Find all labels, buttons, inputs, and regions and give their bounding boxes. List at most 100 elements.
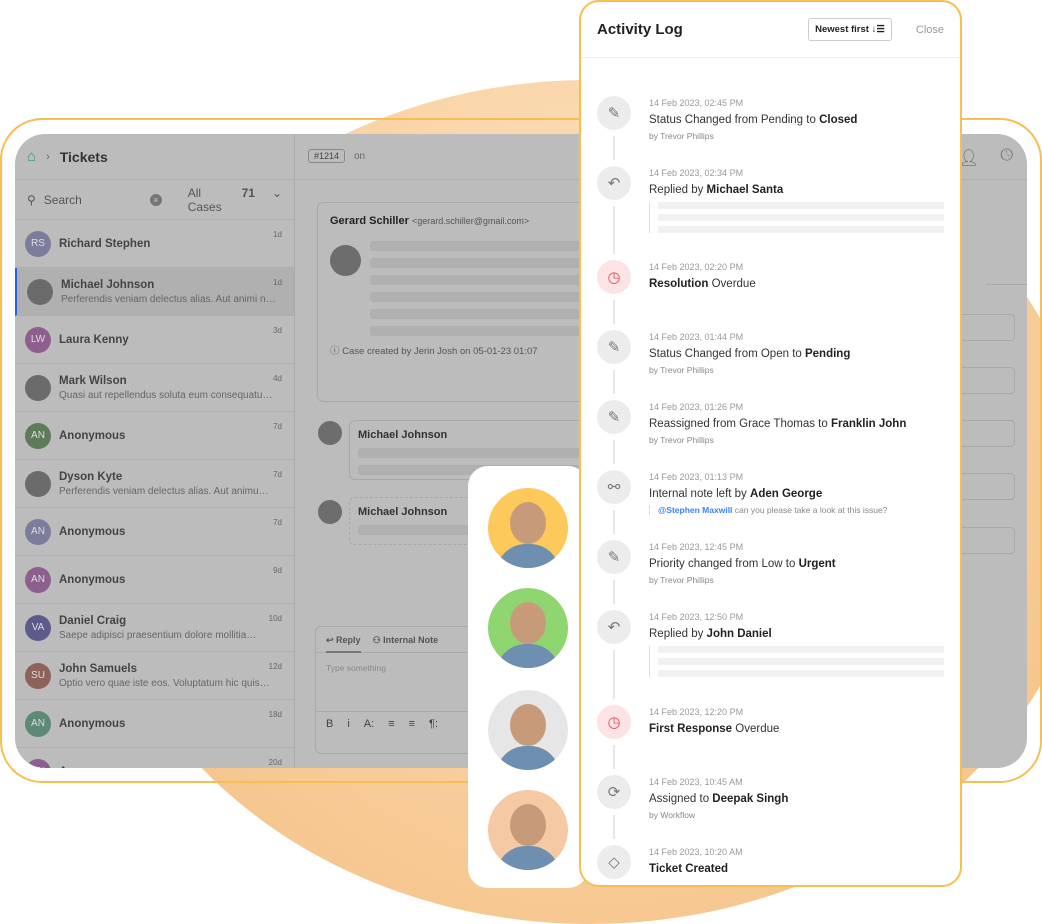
activity-time: 14 Feb 2023, 01:44 PM <box>649 332 744 342</box>
activity-item: ↶ 14 Feb 2023, 12:50 PM Replied by John D… <box>597 610 944 699</box>
ticket-age: 12d <box>268 662 282 671</box>
overdue-clock-icon: ◷ <box>597 260 631 294</box>
field-select[interactable] <box>955 527 1015 554</box>
activity-time: 14 Feb 2023, 02:20 PM <box>649 262 744 272</box>
timeline-connector <box>613 650 615 699</box>
avatar: RS <box>25 230 51 257</box>
pencil-icon: ✎ <box>597 400 631 434</box>
activity-time: 14 Feb 2023, 10:20 AM <box>649 847 743 857</box>
ticket-row[interactable]: LW Laura Kenny 3d <box>15 316 294 364</box>
activity-time: 14 Feb 2023, 12:20 PM <box>649 707 744 717</box>
activity-text: Replied by Michael Santa <box>649 184 944 196</box>
format-tool-button[interactable]: B <box>326 718 333 730</box>
filter-dropdown[interactable]: All Cases 71 ⌄ <box>188 186 282 214</box>
activity-item: ✎ 14 Feb 2023, 01:44 PM Status Changed fr… <box>597 330 944 394</box>
timeline-connector <box>613 136 615 160</box>
person-avatar <box>488 588 568 668</box>
person-avatar <box>488 790 568 870</box>
activity-text-bold: Aden George <box>750 488 823 500</box>
page-title: Tickets <box>59 148 108 165</box>
activity-text-bold: Michael Santa <box>706 184 784 196</box>
sort-button[interactable]: Newest first ↓☰ <box>808 18 892 41</box>
activity-time: 14 Feb 2023, 02:45 PM <box>649 98 744 108</box>
workflow-icon: ⟳ <box>597 775 631 809</box>
activity-text-post: Overdue <box>732 723 780 735</box>
ticket-row[interactable]: AN Anonymous 9d <box>15 556 294 604</box>
ticket-row[interactable]: AN Anonymous 7d <box>15 508 294 556</box>
ticket-age: 1d <box>273 230 282 239</box>
breadcrumb: ⌂ › Tickets <box>15 134 294 180</box>
format-tool-button[interactable]: ≡ <box>409 718 415 730</box>
pencil-icon: ✎ <box>597 96 631 130</box>
ticket-row[interactable]: VA Daniel Craig Saepe adipisci praesenti… <box>15 604 294 652</box>
ticket-row[interactable]: SU John Samuels Optio vero quae iste eos… <box>15 652 294 700</box>
activity-text-pre: Status Changed from Open to <box>649 348 805 360</box>
person-silhouette <box>510 704 546 746</box>
history-icon[interactable]: 🕓︎ <box>1000 147 1013 165</box>
activity-actor: by Trevor Phillips <box>649 575 714 585</box>
field-select[interactable] <box>955 314 1015 341</box>
sender-email: <gerard.schiller@gmail.com> <box>411 216 530 226</box>
format-tool-button[interactable]: i <box>347 718 349 730</box>
avatar <box>318 421 342 445</box>
ticket-row[interactable]: RS Richard Stephen 1d <box>15 220 294 268</box>
avatar: SU <box>25 662 51 689</box>
ticket-sidebar: ⌂ › Tickets ⚲ Search × All Cases 71 ⌄ RS… <box>15 134 295 768</box>
ticket-row[interactable]: Michael Johnson Perferendis veniam delec… <box>15 268 294 316</box>
activity-text: First Response Overdue <box>649 723 944 735</box>
ticket-preview: Perferendis veniam delectus alias. Aut a… <box>59 485 274 497</box>
person-body <box>496 644 560 668</box>
search-icon: ⚲ <box>27 192 36 207</box>
activity-text-post: Overdue <box>708 278 756 290</box>
activity-item: ↶ 14 Feb 2023, 02:34 PM Replied by Michae… <box>597 166 944 254</box>
ticket-name: John Samuels <box>59 662 137 675</box>
ticket-row[interactable]: Mark Wilson Quasi aut repellendus soluta… <box>15 364 294 412</box>
person-silhouette <box>510 602 546 644</box>
timeline-connector <box>613 580 615 604</box>
overdue-clock-icon: ◷ <box>597 705 631 739</box>
case-created-note: Case created by Jerin Josh on 05-01-23 0… <box>342 346 538 357</box>
field-select[interactable] <box>955 367 1015 394</box>
activity-item: ✎ 14 Feb 2023, 12:45 PM Priority changed … <box>597 540 944 604</box>
activity-text-pre: Assigned to <box>649 793 713 805</box>
mention-link[interactable]: @Stephen Maxwill <box>658 505 732 515</box>
format-tool-button[interactable]: A: <box>364 718 374 730</box>
reply-quote <box>649 202 944 233</box>
ticket-row[interactable]: AN Anonymous 18d <box>15 700 294 748</box>
field-select[interactable] <box>955 420 1015 447</box>
activity-text: Status Changed from Open to Pending <box>649 348 944 360</box>
ticket-row[interactable]: Dyson Kyte Perferendis veniam delectus a… <box>15 460 294 508</box>
ticket-age: 9d <box>273 566 282 575</box>
ticket-age: 7d <box>273 518 282 527</box>
ticket-row[interactable]: AN Anonymous 7d <box>15 412 294 460</box>
home-icon[interactable]: ⌂ <box>27 148 36 165</box>
timeline-connector <box>613 440 615 464</box>
ticket-name: Daniel Craig <box>59 614 127 627</box>
activity-log-panel: Activity Log Newest first ↓☰ Close ✎ 14 F… <box>579 0 962 887</box>
activity-text-pre: Internal note left by <box>649 488 751 500</box>
tab-internal-note[interactable]: ⚇ Internal Note <box>373 635 439 646</box>
ticket-age: 1d <box>273 278 282 287</box>
ticket-row[interactable]: AN Anonymous 20d <box>15 748 294 768</box>
search-input[interactable]: Search <box>44 193 142 207</box>
ticket-age: 7d <box>273 422 282 431</box>
format-tool-button[interactable]: ¶: <box>429 718 438 730</box>
ticket-age: 10d <box>268 614 282 623</box>
clear-icon[interactable]: × <box>149 193 162 206</box>
ticket-preview: Saepe adipisci praesentium dolore mollit… <box>59 629 257 641</box>
reply-quote <box>649 646 944 677</box>
activity-text: Ticket Created <box>649 863 944 875</box>
ticket-age: 20d <box>268 758 282 767</box>
format-tool-button[interactable]: ≡ <box>388 718 394 730</box>
activity-item: ◷ 14 Feb 2023, 12:20 PM First Response Ov… <box>597 705 944 769</box>
note-body: @Stephen Maxwill can you please take a l… <box>649 505 944 515</box>
activity-item: ✎ 14 Feb 2023, 01:26 PM Reassigned from G… <box>597 400 944 464</box>
field-select[interactable] <box>955 473 1015 500</box>
close-button[interactable]: Close <box>916 24 944 36</box>
activity-text-bold: Ticket Created <box>649 863 729 875</box>
activity-text-bold: Resolution <box>649 278 709 290</box>
tab-reply[interactable]: ↩ Reply <box>326 635 361 653</box>
sort-label: Newest first <box>815 24 869 35</box>
ticket-age: 7d <box>273 470 282 479</box>
activity-text-bold: Closed <box>819 114 858 126</box>
